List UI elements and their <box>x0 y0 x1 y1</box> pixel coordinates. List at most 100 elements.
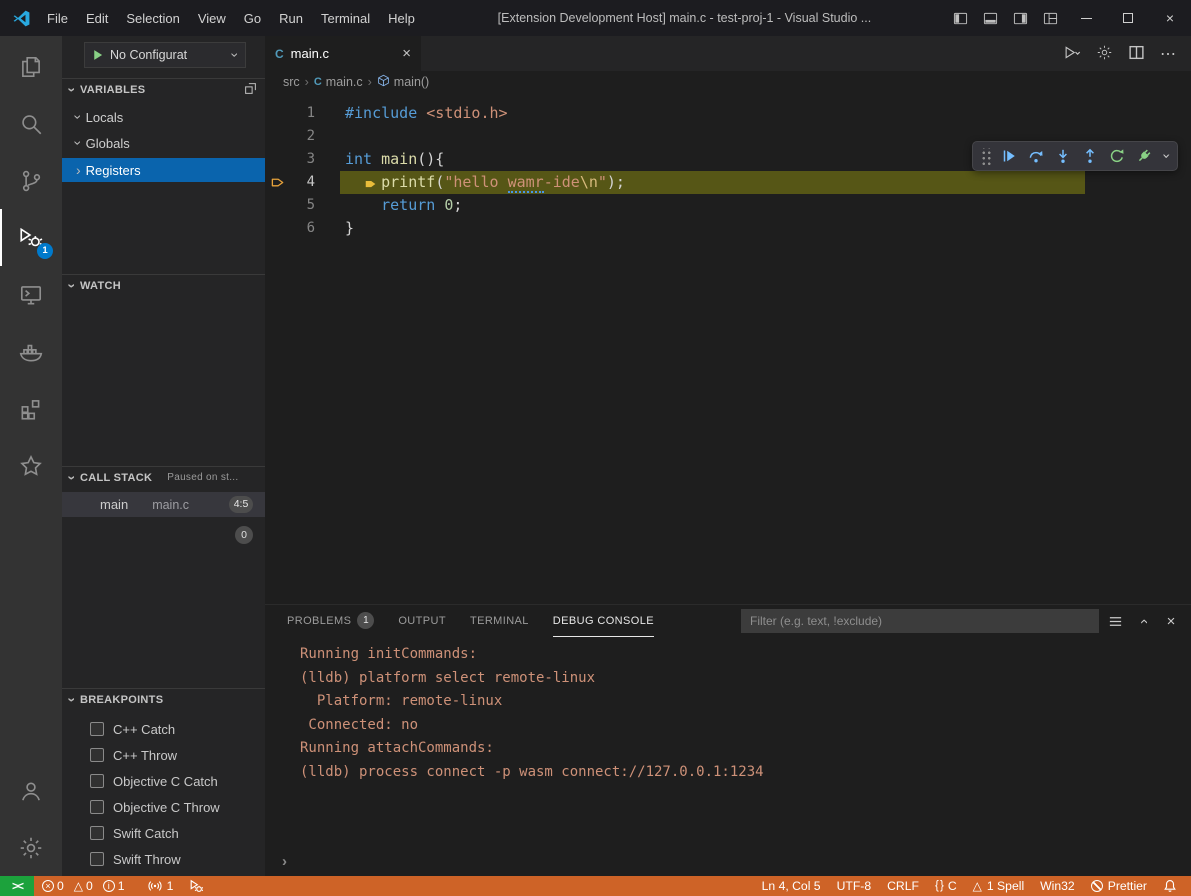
menu-go[interactable]: Go <box>235 0 270 36</box>
glyph-margin[interactable] <box>265 194 291 217</box>
call-stack-section-header[interactable]: › CALL STACK Paused on st... <box>62 466 265 488</box>
breakpoints-section-header[interactable]: › BREAKPOINTS <box>62 688 265 710</box>
collapse-all-icon[interactable] <box>244 82 257 98</box>
code-line-content[interactable]: #include <stdio.h> <box>345 102 508 125</box>
menu-edit[interactable]: Edit <box>77 0 117 36</box>
notifications-bell[interactable] <box>1155 876 1191 896</box>
watch-section-header[interactable]: › WATCH <box>62 274 265 296</box>
stack-frame-row[interactable]: main main.c 4:5 <box>62 492 265 517</box>
breakpoint-item[interactable]: C++ Throw <box>62 742 265 768</box>
debug-config-dropdown[interactable]: No Configurat › <box>84 42 246 68</box>
breakpoint-checkbox[interactable] <box>90 852 104 866</box>
activity-docker[interactable] <box>0 323 62 380</box>
activity-source-control[interactable] <box>0 152 62 209</box>
toggle-secondary-sidebar-icon[interactable] <box>1005 0 1035 36</box>
code-line-content[interactable]: } <box>345 217 354 240</box>
close-button[interactable]: × <box>1149 0 1191 36</box>
drag-handle[interactable] <box>980 148 991 165</box>
prettier[interactable]: Prettier <box>1083 876 1155 896</box>
variables-scope-globals[interactable]: ›Globals <box>62 131 265 155</box>
variables-scope-registers[interactable]: ›Registers <box>62 158 265 182</box>
session-row[interactable]: 0 <box>62 522 265 547</box>
run-or-debug-icon[interactable] <box>1064 44 1081 64</box>
code-line[interactable]: 4 printf("hello wamr-ide\n"); <box>265 171 1191 194</box>
debug-console-output[interactable]: Running initCommands:(lldb) platform sel… <box>265 643 1191 848</box>
console-actions-icon[interactable] <box>1103 609 1127 633</box>
close-tab-icon[interactable]: × <box>402 45 411 62</box>
maximize-button[interactable] <box>1107 0 1149 36</box>
breakpoint-checkbox[interactable] <box>90 826 104 840</box>
menu-help[interactable]: Help <box>379 0 424 36</box>
debug-status[interactable] <box>181 876 211 896</box>
maximize-panel-icon[interactable]: › <box>1131 609 1155 633</box>
debug-session-chevron-icon[interactable]: › <box>1158 152 1174 160</box>
glyph-margin[interactable] <box>265 217 291 240</box>
activity-explorer[interactable] <box>0 38 62 95</box>
disconnect-button[interactable] <box>1135 147 1153 165</box>
activity-search[interactable] <box>0 95 62 152</box>
breakpoint-checkbox[interactable] <box>90 722 104 736</box>
step-into-button[interactable] <box>1054 147 1072 165</box>
code-line-content[interactable]: printf("hello wamr-ide\n"); <box>345 171 625 194</box>
breadcrumb-item-main-c[interactable]: Cmain.c <box>314 75 363 89</box>
glyph-margin[interactable] <box>265 125 291 148</box>
activity-remote-explorer[interactable] <box>0 266 62 323</box>
menu-terminal[interactable]: Terminal <box>312 0 379 36</box>
gear-icon[interactable] <box>1096 44 1113 64</box>
breadcrumb-item-src[interactable]: src <box>283 75 300 89</box>
step-over-button[interactable] <box>1027 147 1045 165</box>
restart-button[interactable] <box>1108 147 1126 165</box>
step-out-button[interactable] <box>1081 147 1099 165</box>
cursor-position[interactable]: Ln 4, Col 5 <box>754 876 829 896</box>
glyph-margin[interactable] <box>265 148 291 171</box>
activity-accounts[interactable] <box>0 762 62 819</box>
menu-view[interactable]: View <box>189 0 235 36</box>
breakpoint-item[interactable]: C++ Catch <box>62 716 265 742</box>
tab-main-c[interactable]: C main.c × <box>265 36 421 71</box>
continue-button[interactable] <box>1000 147 1018 165</box>
spell-checker[interactable]: △1 Spell <box>965 876 1033 896</box>
customize-layout-icon[interactable] <box>1035 0 1065 36</box>
breakpoint-checkbox[interactable] <box>90 774 104 788</box>
activity-run-and-debug[interactable]: 1 <box>0 209 62 266</box>
panel-tab-problems[interactable]: PROBLEMS1 <box>287 605 374 637</box>
code-line-content[interactable]: return 0; <box>345 194 462 217</box>
start-debug-icon[interactable] <box>92 49 104 61</box>
toggle-panel-icon[interactable] <box>975 0 1005 36</box>
activity-extensions[interactable] <box>0 380 62 437</box>
console-filter-input[interactable] <box>741 609 1099 633</box>
glyph-margin[interactable] <box>265 102 291 125</box>
glyph-margin[interactable] <box>265 171 291 194</box>
activity-favorites[interactable] <box>0 437 62 494</box>
breakpoint-item[interactable]: Swift Throw <box>62 846 265 872</box>
toggle-sidebar-icon[interactable] <box>945 0 975 36</box>
close-panel-icon[interactable]: × <box>1159 609 1183 633</box>
ports-status[interactable]: 1 <box>140 876 182 896</box>
panel-tab-output[interactable]: OUTPUT <box>398 605 446 637</box>
breakpoint-checkbox[interactable] <box>90 800 104 814</box>
code-line-content[interactable]: int main(){ <box>345 148 444 171</box>
code-line[interactable]: 5 return 0; <box>265 194 1191 217</box>
code-line[interactable]: 1#include <stdio.h> <box>265 102 1191 125</box>
breakpoint-item[interactable]: Objective C Catch <box>62 768 265 794</box>
variables-section-header[interactable]: › VARIABLES <box>62 78 265 100</box>
variables-scope-locals[interactable]: ›Locals <box>62 105 265 129</box>
remote-indicator[interactable]: >< <box>0 876 34 896</box>
panel-tab-terminal[interactable]: TERMINAL <box>470 605 529 637</box>
menu-selection[interactable]: Selection <box>117 0 188 36</box>
eol[interactable]: CRLF <box>879 876 927 896</box>
platform[interactable]: Win32 <box>1032 876 1083 896</box>
menu-file[interactable]: File <box>38 0 77 36</box>
breadcrumb-item-main-[interactable]: main() <box>377 74 429 90</box>
problems-status[interactable]: ×0 △0 i1 <box>34 876 140 896</box>
panel-tab-debug-console[interactable]: DEBUG CONSOLE <box>553 605 654 637</box>
split-editor-icon[interactable] <box>1128 44 1145 64</box>
encoding[interactable]: UTF-8 <box>829 876 880 896</box>
code-line[interactable]: 6} <box>265 217 1191 240</box>
menu-run[interactable]: Run <box>270 0 312 36</box>
breakpoint-item[interactable]: Swift Catch <box>62 820 265 846</box>
breakpoint-checkbox[interactable] <box>90 748 104 762</box>
debug-console-input[interactable]: › <box>265 849 1191 874</box>
code-editor[interactable]: 1#include <stdio.h>23int main(){4 printf… <box>265 93 1191 604</box>
activity-settings[interactable] <box>0 819 62 876</box>
